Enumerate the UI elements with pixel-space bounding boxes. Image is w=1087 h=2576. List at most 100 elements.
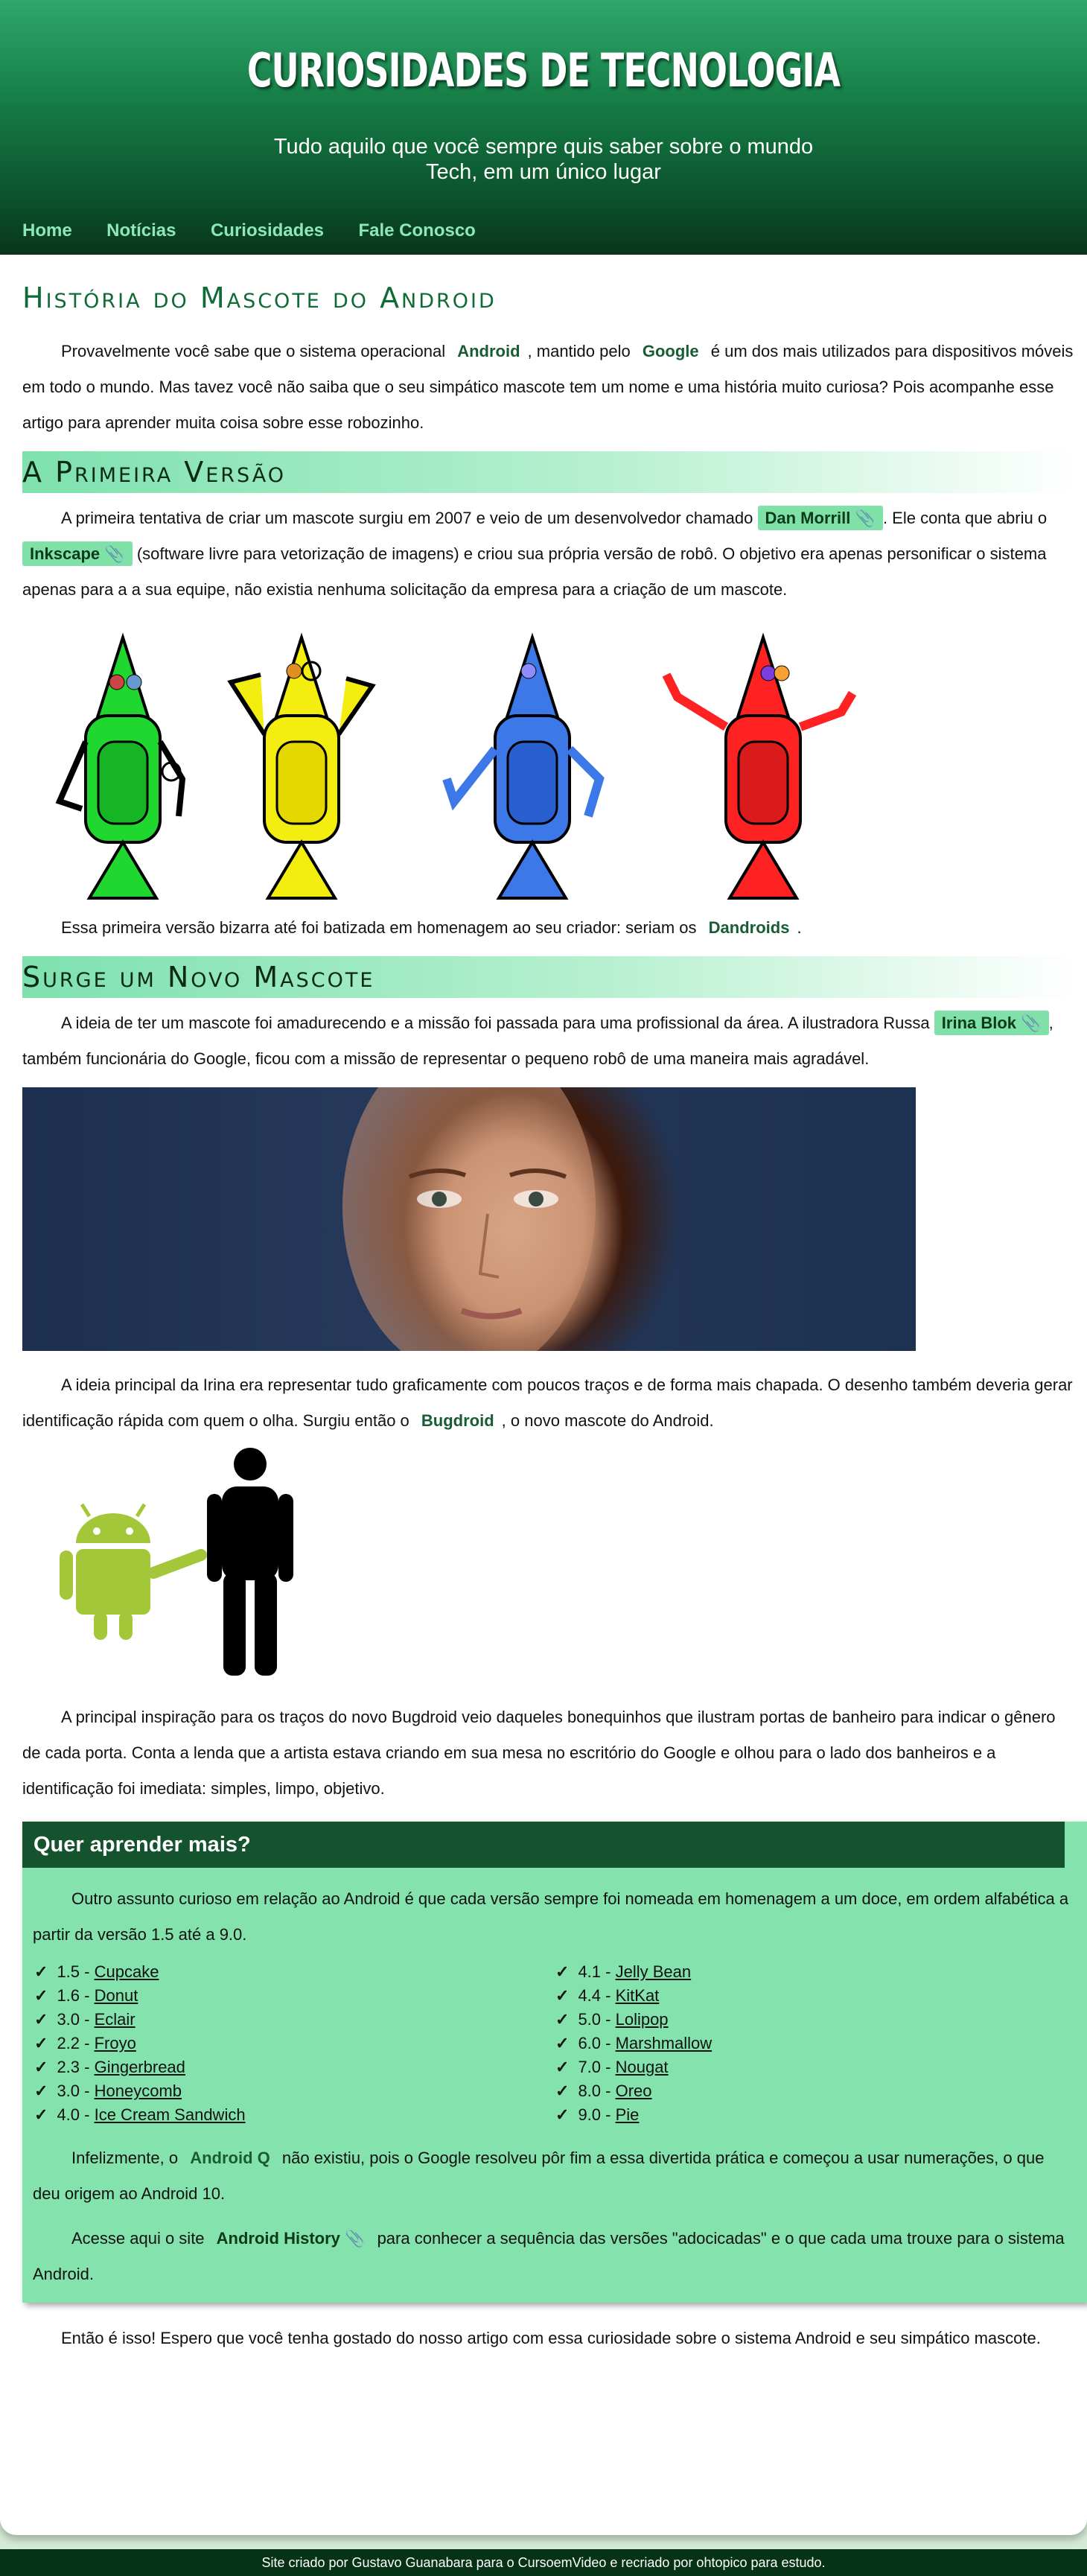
version-name-link[interactable]: Eclair bbox=[95, 2010, 136, 2029]
version-item: ✓ 7.0 - Nougat bbox=[555, 2058, 669, 2076]
version-name-link[interactable]: Donut bbox=[95, 1986, 138, 2005]
version-number: 2.2 bbox=[57, 2034, 80, 2052]
version-number: 8.0 bbox=[578, 2082, 602, 2100]
site-subtitle: Tudo aquilo que você sempre quis saber s… bbox=[0, 134, 1087, 185]
keyword-bugdroid: Bugdroid bbox=[421, 1411, 494, 1430]
version-name-link[interactable]: Lolipop bbox=[616, 2010, 669, 2029]
nav-noticias[interactable]: Notícias bbox=[106, 220, 176, 241]
version-item: ✓ 4.0 - Ice Cream Sandwich bbox=[34, 2105, 246, 2124]
closing-paragraph: Então é isso! Espero que você tenha gost… bbox=[61, 2329, 1041, 2347]
section2-paragraph-3: A principal inspiração para os traços do… bbox=[22, 1708, 1056, 1798]
check-icon: ✓ bbox=[34, 1986, 48, 2005]
site-title: CURIOSIDADES DE TECNOLOGIA bbox=[246, 43, 841, 98]
section-title-primeira-versao: A Primeira Versão bbox=[22, 451, 1078, 493]
check-icon: ✓ bbox=[34, 1962, 48, 1981]
check-icon: ✓ bbox=[555, 2034, 570, 2052]
paperclip-icon: 📎 bbox=[1021, 1014, 1042, 1032]
check-icon: ✓ bbox=[34, 2010, 48, 2029]
paperclip-icon: 📎 bbox=[855, 509, 876, 527]
dandroid-green bbox=[55, 632, 186, 900]
check-icon: ✓ bbox=[555, 1962, 570, 1981]
version-number: 6.0 bbox=[578, 2034, 602, 2052]
article: História do Mascote do Android Provavelm… bbox=[0, 255, 1087, 2535]
learn-more-paragraph-3: Acesse aqui o site Android History 📎 par… bbox=[33, 2229, 1065, 2283]
keyword-android: Android bbox=[457, 342, 520, 360]
version-name-link[interactable]: Pie bbox=[616, 2105, 640, 2124]
version-name-link[interactable]: Oreo bbox=[616, 2082, 652, 2100]
section2-paragraph-1: A ideia de ter um mascote foi amadurecen… bbox=[22, 1005, 1078, 1077]
versions-column-right: ✓ 4.1 - Jelly Bean ✓ 4.4 - KitKat ✓ 5.0 - Lol… bbox=[555, 1960, 1077, 2127]
android-robot-icon bbox=[60, 1503, 207, 1640]
version-item: ✓ 4.1 - Jelly Bean bbox=[555, 1962, 692, 1981]
section1-paragraph-2: Essa primeira versão bizarra até foi bat… bbox=[61, 918, 802, 937]
check-icon: ✓ bbox=[555, 2105, 570, 2124]
nav-fale-conosco[interactable]: Fale Conosco bbox=[358, 220, 475, 241]
nav-home[interactable]: Home bbox=[22, 220, 72, 241]
version-item: ✓ 4.4 - KitKat bbox=[555, 1986, 660, 2005]
keyword-google: Google bbox=[642, 342, 699, 360]
version-name-link[interactable]: Marshmallow bbox=[616, 2034, 713, 2052]
bugdroid-and-restroom-figure-image bbox=[22, 1439, 1078, 1699]
learn-more-title: Quer aprender mais? bbox=[22, 1822, 1065, 1868]
version-item: ✓ 8.0 - Oreo bbox=[555, 2082, 652, 2100]
irina-blok-photo bbox=[22, 1087, 916, 1351]
check-icon: ✓ bbox=[34, 2082, 48, 2100]
link-irina-blok[interactable]: Irina Blok 📎 bbox=[934, 1011, 1049, 1035]
link-dan-morrill[interactable]: Dan Morrill 📎 bbox=[757, 506, 883, 530]
version-item: ✓ 6.0 - Marshmallow bbox=[555, 2034, 713, 2052]
version-name-link[interactable]: KitKat bbox=[616, 1986, 660, 2005]
version-number: 9.0 bbox=[578, 2105, 602, 2124]
check-icon: ✓ bbox=[555, 2010, 570, 2029]
version-item: ✓ 5.0 - Lolipop bbox=[555, 2010, 669, 2029]
version-number: 5.0 bbox=[578, 2010, 602, 2029]
version-number: 1.5 bbox=[57, 1962, 80, 1981]
version-number: 4.0 bbox=[57, 2105, 80, 2124]
version-item: ✓ 2.3 - Gingerbread bbox=[34, 2058, 185, 2076]
restroom-person-icon bbox=[207, 1448, 293, 1676]
nav-curiosidades[interactable]: Curiosidades bbox=[211, 220, 324, 241]
version-item: ✓ 9.0 - Pie bbox=[555, 2105, 640, 2124]
paperclip-icon: 📎 bbox=[104, 544, 125, 563]
version-name-link[interactable]: Ice Cream Sandwich bbox=[95, 2105, 246, 2124]
version-name-link[interactable]: Nougat bbox=[616, 2058, 669, 2076]
site-subtitle-line-1: Tudo aquilo que você sempre quis saber s… bbox=[273, 135, 814, 159]
site-header: CURIOSIDADES DE TECNOLOGIA Tudo aquilo q… bbox=[0, 0, 1087, 255]
version-name-link[interactable]: Froyo bbox=[95, 2034, 136, 2052]
version-name-link[interactable]: Cupcake bbox=[95, 1962, 159, 1981]
article-title: História do Mascote do Android bbox=[22, 282, 497, 314]
site-subtitle-line-2: Tech, em um único lugar bbox=[426, 160, 661, 184]
android-versions-list: ✓ 1.5 - Cupcake ✓ 1.6 - Donut ✓ 3.0 - Eclair ✓… bbox=[22, 1953, 1087, 2140]
link-android-history[interactable]: Android History 📎 bbox=[209, 2229, 373, 2248]
version-name-link[interactable]: Gingerbread bbox=[95, 2058, 185, 2076]
version-item: ✓ 3.0 - Honeycomb bbox=[34, 2082, 182, 2100]
main-nav: Home Notícias Curiosidades Fale Conosco bbox=[22, 220, 507, 241]
learn-more-paragraph-1: Outro assunto curioso em relação ao Andr… bbox=[33, 1889, 1069, 1944]
version-number: 3.0 bbox=[57, 2082, 80, 2100]
link-inkscape[interactable]: Inkscape 📎 bbox=[22, 541, 133, 566]
version-item: ✓ 1.6 - Donut bbox=[34, 1986, 138, 2005]
dandroid-red bbox=[662, 632, 857, 900]
section2-paragraph-2: A ideia principal da Irina era represent… bbox=[22, 1376, 1073, 1430]
version-number: 1.6 bbox=[57, 1986, 80, 2005]
check-icon: ✓ bbox=[34, 2034, 48, 2052]
version-item: ✓ 3.0 - Eclair bbox=[34, 2010, 136, 2029]
version-number: 2.3 bbox=[57, 2058, 80, 2076]
section-title-novo-mascote: Surge um Novo Mascote bbox=[22, 956, 1078, 998]
site-footer: Site criado por Gustavo Guanabara para o… bbox=[0, 2549, 1087, 2576]
check-icon: ✓ bbox=[34, 2058, 48, 2076]
section1-paragraph-1: A primeira tentativa de criar um mascote… bbox=[22, 500, 1078, 608]
versions-column-left: ✓ 1.5 - Cupcake ✓ 1.6 - Donut ✓ 3.0 - Eclair ✓… bbox=[34, 1960, 555, 2127]
keyword-dandroids: Dandroids bbox=[708, 918, 790, 937]
version-number: 4.1 bbox=[578, 1962, 602, 1981]
version-name-link[interactable]: Honeycomb bbox=[95, 2082, 182, 2100]
version-item: ✓ 1.5 - Cupcake bbox=[34, 1962, 159, 1981]
version-name-link[interactable]: Jelly Bean bbox=[616, 1962, 692, 1981]
dandroid-yellow bbox=[227, 632, 376, 900]
check-icon: ✓ bbox=[34, 2105, 48, 2124]
dandroid-blue bbox=[442, 632, 605, 900]
keyword-android-q: Android Q bbox=[190, 2149, 270, 2167]
learn-more-paragraph-2: Infelizmente, o Android Q não existiu, p… bbox=[33, 2149, 1045, 2203]
check-icon: ✓ bbox=[555, 2082, 570, 2100]
version-item: ✓ 2.2 - Froyo bbox=[34, 2034, 136, 2052]
intro-paragraph: Provavelmente você sabe que o sistema op… bbox=[22, 342, 1074, 432]
